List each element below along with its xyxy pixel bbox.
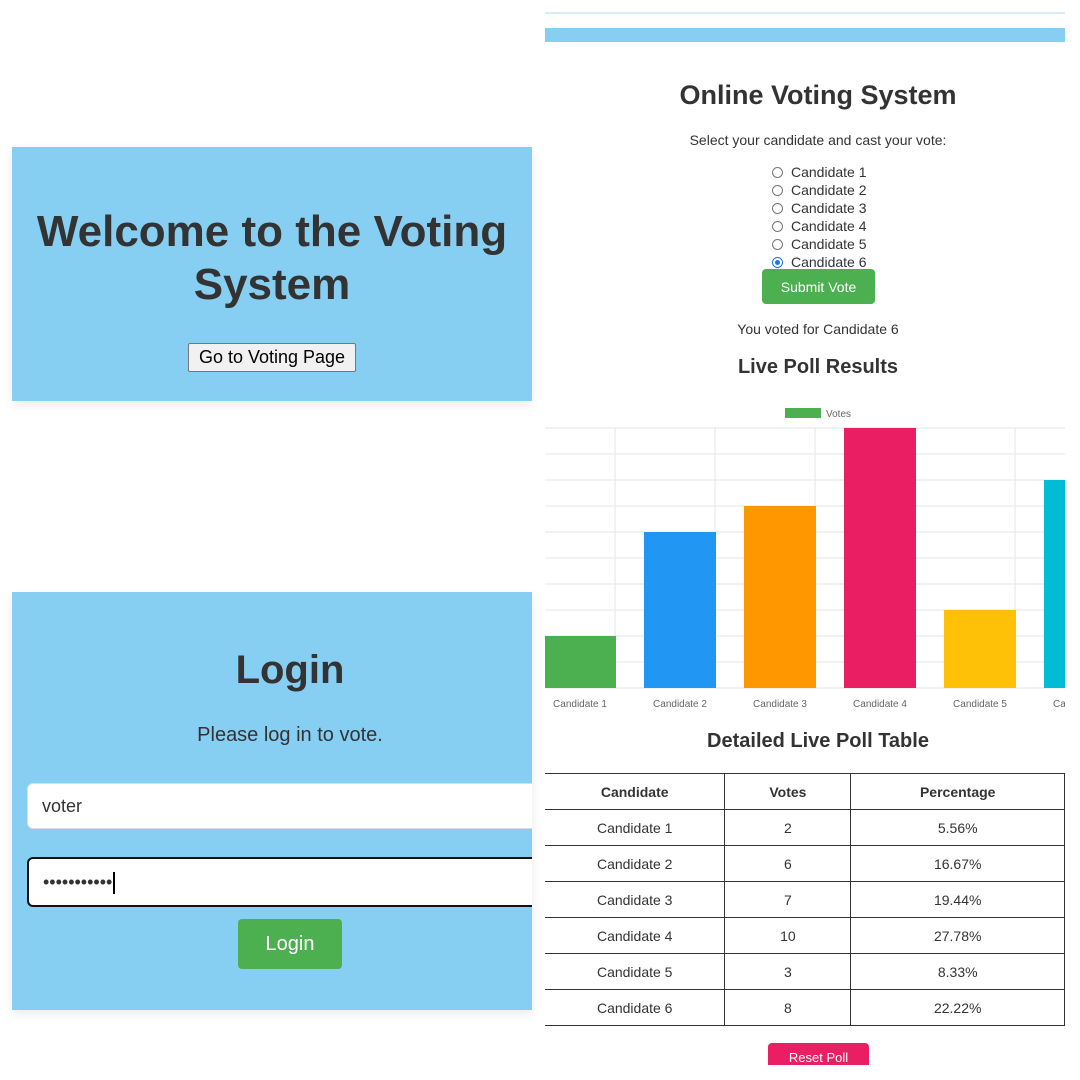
table-title: Detailed Live Poll Table <box>707 730 929 752</box>
username-field[interactable]: voter <box>27 783 532 829</box>
x-tick-label: Candidate 5 <box>953 699 1007 710</box>
header-bar <box>545 28 1065 42</box>
cell-candidate: Candidate 4 <box>545 917 726 954</box>
bar-2 <box>644 532 716 688</box>
cell-candidate: Candidate 3 <box>545 881 726 918</box>
voting-page: Online Voting System Select your candida… <box>545 10 1065 1065</box>
bar-1 <box>545 636 616 688</box>
welcome-panel: Welcome to the Voting System Go to Votin… <box>12 147 532 401</box>
cell-percentage: 5.56% <box>850 809 1065 846</box>
x-tick-label: Candidate 6 <box>1053 699 1065 710</box>
candidate-radio[interactable] <box>772 166 783 178</box>
table-row: Candidate 4 10 27.78% <box>545 917 1065 954</box>
bar-5 <box>944 610 1016 688</box>
table-row: Candidate 1 2 5.56% <box>545 809 1065 846</box>
candidate-radio[interactable] <box>772 220 783 232</box>
candidate-label: Candidate 6 <box>791 254 867 270</box>
table-row: Candidate 3 7 19.44% <box>545 881 1065 918</box>
cell-votes: 8 <box>724 989 852 1026</box>
live-poll-chart: Votes Candidate 1 Candidate 2 Candidate 3 Ca… <box>545 408 1065 710</box>
candidate-label: Candidate 3 <box>791 200 867 216</box>
table-row: Candidate 2 6 16.67% <box>545 845 1065 882</box>
cell-votes: 2 <box>724 809 852 846</box>
candidate-radio[interactable] <box>772 256 783 268</box>
cell-percentage: 19.44% <box>850 881 1065 918</box>
candidate-option[interactable]: Candidate 5 <box>772 235 867 253</box>
candidate-label: Candidate 2 <box>791 182 867 198</box>
candidate-option[interactable]: Candidate 2 <box>772 181 867 199</box>
cell-candidate: Candidate 5 <box>545 953 726 990</box>
cell-votes: 7 <box>724 881 852 918</box>
login-title: Login <box>235 648 345 692</box>
candidate-radio[interactable] <box>772 202 783 214</box>
cell-percentage: 16.67% <box>850 845 1065 882</box>
candidate-label: Candidate 1 <box>791 164 867 180</box>
results-title: Live Poll Results <box>737 356 899 378</box>
candidate-radio[interactable] <box>772 184 783 196</box>
poll-table: Candidate Votes Percentage Candidate 125… <box>545 773 1065 1026</box>
go-to-voting-button[interactable]: Go to Voting Page <box>187 343 357 372</box>
header-divider <box>545 12 1065 14</box>
candidate-radio[interactable] <box>772 238 783 250</box>
table-header-row: Candidate Votes Percentage <box>545 773 1065 810</box>
cell-candidate: Candidate 1 <box>545 809 726 846</box>
candidate-label: Candidate 5 <box>791 236 867 252</box>
login-button[interactable]: Login <box>238 919 342 969</box>
column-header-votes: Votes <box>724 773 852 810</box>
bar-3 <box>744 506 816 688</box>
vote-instruction: Select your candidate and cast your vote… <box>689 132 947 148</box>
candidate-option[interactable]: Candidate 4 <box>772 217 867 235</box>
cell-percentage: 22.22% <box>850 989 1065 1026</box>
welcome-title: Welcome to the Voting System <box>36 207 508 309</box>
candidate-option[interactable]: Candidate 3 <box>772 199 867 217</box>
table-row: Candidate 5 3 8.33% <box>545 953 1065 990</box>
candidate-option[interactable]: Candidate 1 <box>772 163 867 181</box>
page-title: Online Voting System <box>679 80 957 110</box>
cell-candidate: Candidate 2 <box>545 845 726 882</box>
column-header-percentage: Percentage <box>850 773 1065 810</box>
chart-legend: Votes <box>785 408 851 420</box>
legend-swatch <box>785 408 821 418</box>
cell-percentage: 27.78% <box>850 917 1065 954</box>
password-value: ••••••••••• <box>43 872 113 892</box>
x-tick-label: Candidate 3 <box>753 699 807 710</box>
login-subtitle: Please log in to vote. <box>197 724 383 746</box>
reset-poll-button[interactable]: Reset Poll <box>768 1043 869 1065</box>
x-tick-label: Candidate 4 <box>853 699 907 710</box>
cell-votes: 6 <box>724 845 852 882</box>
bar-6 <box>1044 480 1065 688</box>
submit-vote-button[interactable]: Submit Vote <box>762 269 875 304</box>
candidate-list: Candidate 1 Candidate 2 Candidate 3 Candida… <box>772 163 867 271</box>
vote-status: You voted for Candidate 6 <box>737 321 899 337</box>
password-field[interactable]: ••••••••••• <box>27 857 532 907</box>
legend-label: Votes <box>826 409 851 420</box>
candidate-label: Candidate 4 <box>791 218 867 234</box>
text-caret <box>113 872 116 895</box>
cell-votes: 10 <box>724 917 852 954</box>
login-panel: Login Please log in to vote. voter •••••… <box>12 592 532 1010</box>
cell-votes: 3 <box>724 953 852 990</box>
bar-4 <box>844 428 916 688</box>
x-tick-label: Candidate 1 <box>553 699 607 710</box>
cell-candidate: Candidate 6 <box>545 989 726 1026</box>
column-header-candidate: Candidate <box>545 773 726 810</box>
table-row: Candidate 6 8 22.22% <box>545 989 1065 1026</box>
cell-percentage: 8.33% <box>850 953 1065 990</box>
username-value: voter <box>42 796 83 816</box>
x-tick-label: Candidate 2 <box>653 699 707 710</box>
